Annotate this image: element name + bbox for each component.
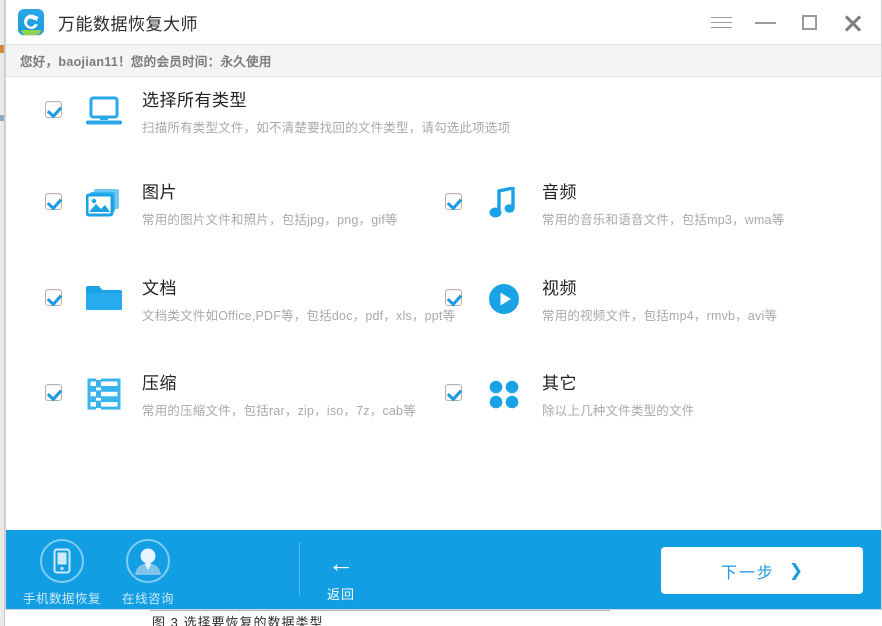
next-step-button[interactable]: 下一步 ❯ <box>661 547 863 594</box>
file-type-title: 选择所有类型 <box>142 91 247 110</box>
file-type-list: 选择所有类型 扫描所有类型文件，如不清楚要找回的文件类型，请勾选此项选项 图片 … <box>6 77 881 531</box>
file-type-row-all-types[interactable]: 选择所有类型 扫描所有类型文件，如不清楚要找回的文件类型，请勾选此项选项 <box>45 89 510 136</box>
greeting-text: 您好，baojian11！您的会员时间：永久使用 <box>20 55 272 69</box>
next-step-label: 下一步 <box>720 564 775 582</box>
background-rule <box>150 610 610 611</box>
title-bar: 万能数据恢复大师 <box>6 0 881 45</box>
file-type-row-other[interactable]: 其它 除以上几种文件类型的文件 <box>445 372 694 419</box>
app-logo-base <box>21 30 41 35</box>
checkbox-document[interactable] <box>45 289 62 306</box>
file-type-text-document: 文档 文档类文件如Office,PDF等，包括doc，pdf，xls，ppt等 <box>142 277 455 324</box>
music-note-icon <box>482 181 526 225</box>
greeting-bar: 您好，baojian11！您的会员时间：永久使用 <box>6 45 881 77</box>
file-type-desc: 常用的视频文件，包括mp4，rmvb，avi等 <box>542 309 778 323</box>
file-type-row-archive[interactable]: 压缩 常用的压缩文件，包括rar，zip，iso，7z，cab等 <box>45 372 416 419</box>
checkbox-video[interactable] <box>445 289 462 306</box>
checkbox-picture[interactable] <box>45 193 62 210</box>
file-type-desc: 常用的音乐和语音文件，包括mp3，wma等 <box>542 213 785 227</box>
file-type-row-picture[interactable]: 图片 常用的图片文件和照片，包括jpg，png，gif等 <box>45 181 398 228</box>
background-accent-mark-2 <box>0 115 4 121</box>
online-consult-button[interactable]: 在线咨询 <box>102 539 194 607</box>
file-type-title: 其它 <box>542 374 577 393</box>
file-type-desc: 文档类文件如Office,PDF等，包括doc，pdf，xls，ppt等 <box>142 309 456 323</box>
back-button[interactable]: ← 返回 <box>311 550 371 603</box>
checkbox-archive[interactable] <box>45 384 62 401</box>
checkbox-all-types[interactable] <box>45 101 62 118</box>
picture-icon <box>82 181 126 225</box>
file-type-row-video[interactable]: 视频 常用的视频文件，包括mp4，rmvb，avi等 <box>445 277 777 324</box>
back-label: 返回 <box>326 587 355 602</box>
checkbox-other[interactable] <box>445 384 462 401</box>
folder-icon <box>82 277 126 321</box>
online-consult-label: 在线咨询 <box>121 592 174 606</box>
four-dots-icon <box>482 372 526 416</box>
file-type-row-document[interactable]: 文档 文档类文件如Office,PDF等，包括doc，pdf，xls，ppt等 <box>45 277 455 324</box>
file-type-text-picture: 图片 常用的图片文件和照片，包括jpg，png，gif等 <box>142 181 398 228</box>
file-type-text-video: 视频 常用的视频文件，包括mp4，rmvb，avi等 <box>542 277 777 324</box>
arrow-left-icon: ← <box>328 548 354 578</box>
close-icon[interactable] <box>831 0 875 45</box>
background-accent-mark <box>0 45 4 53</box>
app-logo-icon <box>18 9 44 35</box>
file-type-desc: 常用的图片文件和照片，包括jpg，png，gif等 <box>142 213 398 227</box>
file-type-title: 视频 <box>542 279 577 298</box>
maximize-icon[interactable] <box>787 0 831 45</box>
file-type-title: 文档 <box>142 279 177 298</box>
footer-divider <box>299 542 300 596</box>
file-type-text-audio: 音频 常用的音乐和语音文件，包括mp3，wma等 <box>542 181 784 228</box>
background-caption: 图 3 选择要恢复的数据类型 <box>152 615 324 626</box>
laptop-icon <box>82 89 126 133</box>
minimize-icon[interactable] <box>743 0 787 45</box>
phone-icon <box>40 539 84 583</box>
file-type-desc: 常用的压缩文件，包括rar，zip，iso，7z，cab等 <box>142 404 416 418</box>
file-type-desc: 扫描所有类型文件，如不清楚要找回的文件类型，请勾选此项选项 <box>142 121 511 135</box>
file-type-row-audio[interactable]: 音频 常用的音乐和语音文件，包括mp3，wma等 <box>445 181 784 228</box>
chevron-right-icon: ❯ <box>788 560 804 580</box>
file-type-text-all-types: 选择所有类型 扫描所有类型文件，如不清楚要找回的文件类型，请勾选此项选项 <box>142 89 510 136</box>
file-type-title: 图片 <box>142 183 177 202</box>
file-type-text-other: 其它 除以上几种文件类型的文件 <box>542 372 694 419</box>
checkbox-audio[interactable] <box>445 193 462 210</box>
footer-bar: 手机数据恢复 在线咨询 ← 返回 下一步 ❯ <box>6 530 881 609</box>
archive-icon <box>82 372 126 416</box>
page-title: 万能数据恢复大师 <box>58 14 198 34</box>
file-type-title: 压缩 <box>142 374 177 393</box>
mobile-recovery-button[interactable]: 手机数据恢复 <box>16 539 108 607</box>
play-circle-icon <box>482 277 526 321</box>
menu-icon[interactable] <box>699 0 743 45</box>
file-type-text-archive: 压缩 常用的压缩文件，包括rar，zip，iso，7z，cab等 <box>142 372 416 419</box>
application-window: 万能数据恢复大师 您好，baojian11！您的会员时间：永久使用 选择所有类型… <box>5 0 882 610</box>
file-type-desc: 除以上几种文件类型的文件 <box>542 404 695 418</box>
window-controls <box>699 0 875 45</box>
file-type-title: 音频 <box>542 183 577 202</box>
person-icon <box>126 539 170 583</box>
mobile-recovery-label: 手机数据恢复 <box>22 592 101 606</box>
